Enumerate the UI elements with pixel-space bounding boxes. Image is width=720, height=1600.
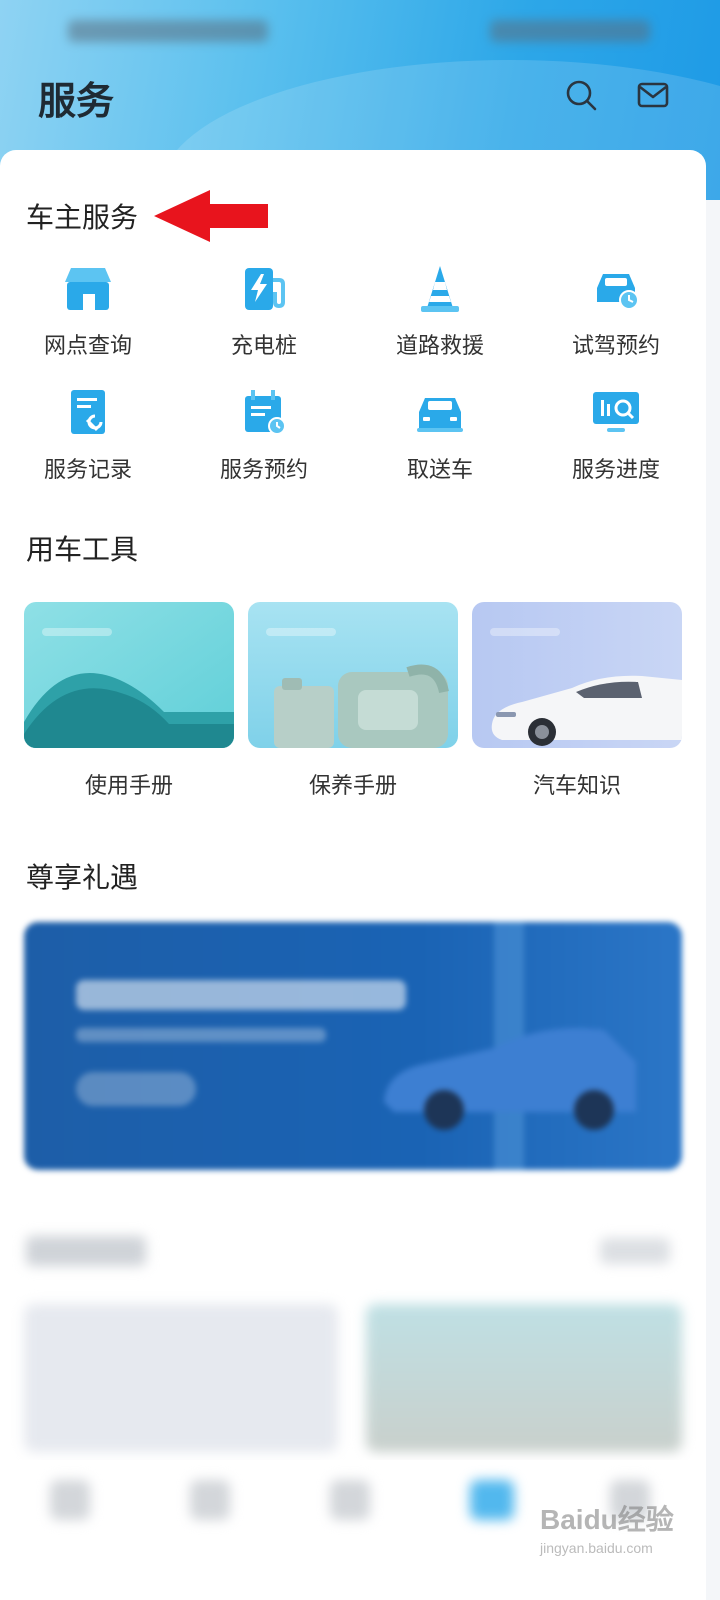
test-drive-icon — [597, 274, 639, 310]
service-item-label: 网点查询 — [43, 334, 132, 359]
service-item-service-record[interactable]: 服务记录 — [0, 386, 176, 496]
service-item-road-rescue[interactable]: 道路救援 — [352, 262, 528, 372]
calendar-icon — [245, 390, 286, 435]
maintenance-manual-image — [248, 602, 458, 748]
service-item-label: 取送车 — [406, 458, 473, 483]
service-item-label: 服务预约 — [219, 458, 308, 483]
mail-icon[interactable] — [636, 78, 670, 112]
red-arrow-annotation — [154, 190, 268, 242]
section-title-privileges: 尊享礼遇 — [26, 861, 139, 894]
tool-card-user-manual[interactable] — [24, 602, 234, 748]
service-item-label: 服务记录 — [43, 458, 132, 483]
tool-card-car-knowledge[interactable] — [472, 602, 682, 748]
watermark-brand: Baidu经验 — [540, 1504, 674, 1535]
search-icon[interactable] — [564, 78, 598, 112]
service-item-label: 服务进度 — [571, 458, 660, 483]
blurred-section-title — [26, 1236, 146, 1266]
tool-label: 保养手册 — [308, 774, 397, 799]
nav-item-service-active-icon[interactable] — [470, 1480, 514, 1520]
blurred-more-link — [600, 1238, 670, 1264]
car-pickup-icon — [417, 398, 463, 432]
watermark-url: jingyan.baidu.com — [540, 1540, 653, 1556]
service-item-label: 道路救援 — [395, 334, 484, 359]
service-item-charging-pile[interactable]: 充电桩 — [176, 262, 352, 372]
promo-banner-image — [76, 922, 636, 1170]
store-icon — [65, 268, 111, 310]
service-item-service-booking[interactable]: 服务预约 — [176, 386, 352, 496]
section-title-car-tools: 用车工具 — [26, 533, 139, 566]
progress-monitor-icon — [593, 392, 639, 432]
nav-item-icon[interactable] — [50, 1480, 90, 1520]
traffic-cone-icon — [421, 266, 459, 312]
tool-label: 汽车知识 — [532, 774, 621, 799]
nav-item-icon[interactable] — [330, 1480, 370, 1520]
promo-banner[interactable] — [24, 922, 682, 1170]
status-bar-left — [68, 20, 268, 42]
service-item-test-drive[interactable]: 试驾预约 — [528, 262, 704, 372]
service-item-label: 试驾预约 — [571, 334, 660, 359]
service-record-icon — [71, 390, 105, 434]
blurred-article-card — [366, 1304, 682, 1452]
tool-label: 使用手册 — [84, 774, 173, 799]
status-bar-right — [490, 20, 650, 42]
section-title-owner-services: 车主服务 — [26, 201, 139, 234]
page-title: 服务 — [38, 79, 115, 123]
status-bar — [0, 12, 720, 48]
service-item-label: 充电桩 — [230, 334, 297, 359]
service-item-service-progress[interactable]: 服务进度 — [528, 386, 704, 496]
service-item-car-pickup[interactable]: 取送车 — [352, 386, 528, 496]
nav-item-icon[interactable] — [190, 1480, 230, 1520]
user-manual-image — [24, 602, 234, 748]
car-knowledge-image — [472, 602, 682, 748]
blurred-article-card — [24, 1304, 338, 1452]
charging-pile-icon — [245, 268, 285, 310]
service-item-store-locator[interactable]: 网点查询 — [0, 262, 176, 372]
tool-card-maintenance-manual[interactable] — [248, 602, 458, 748]
